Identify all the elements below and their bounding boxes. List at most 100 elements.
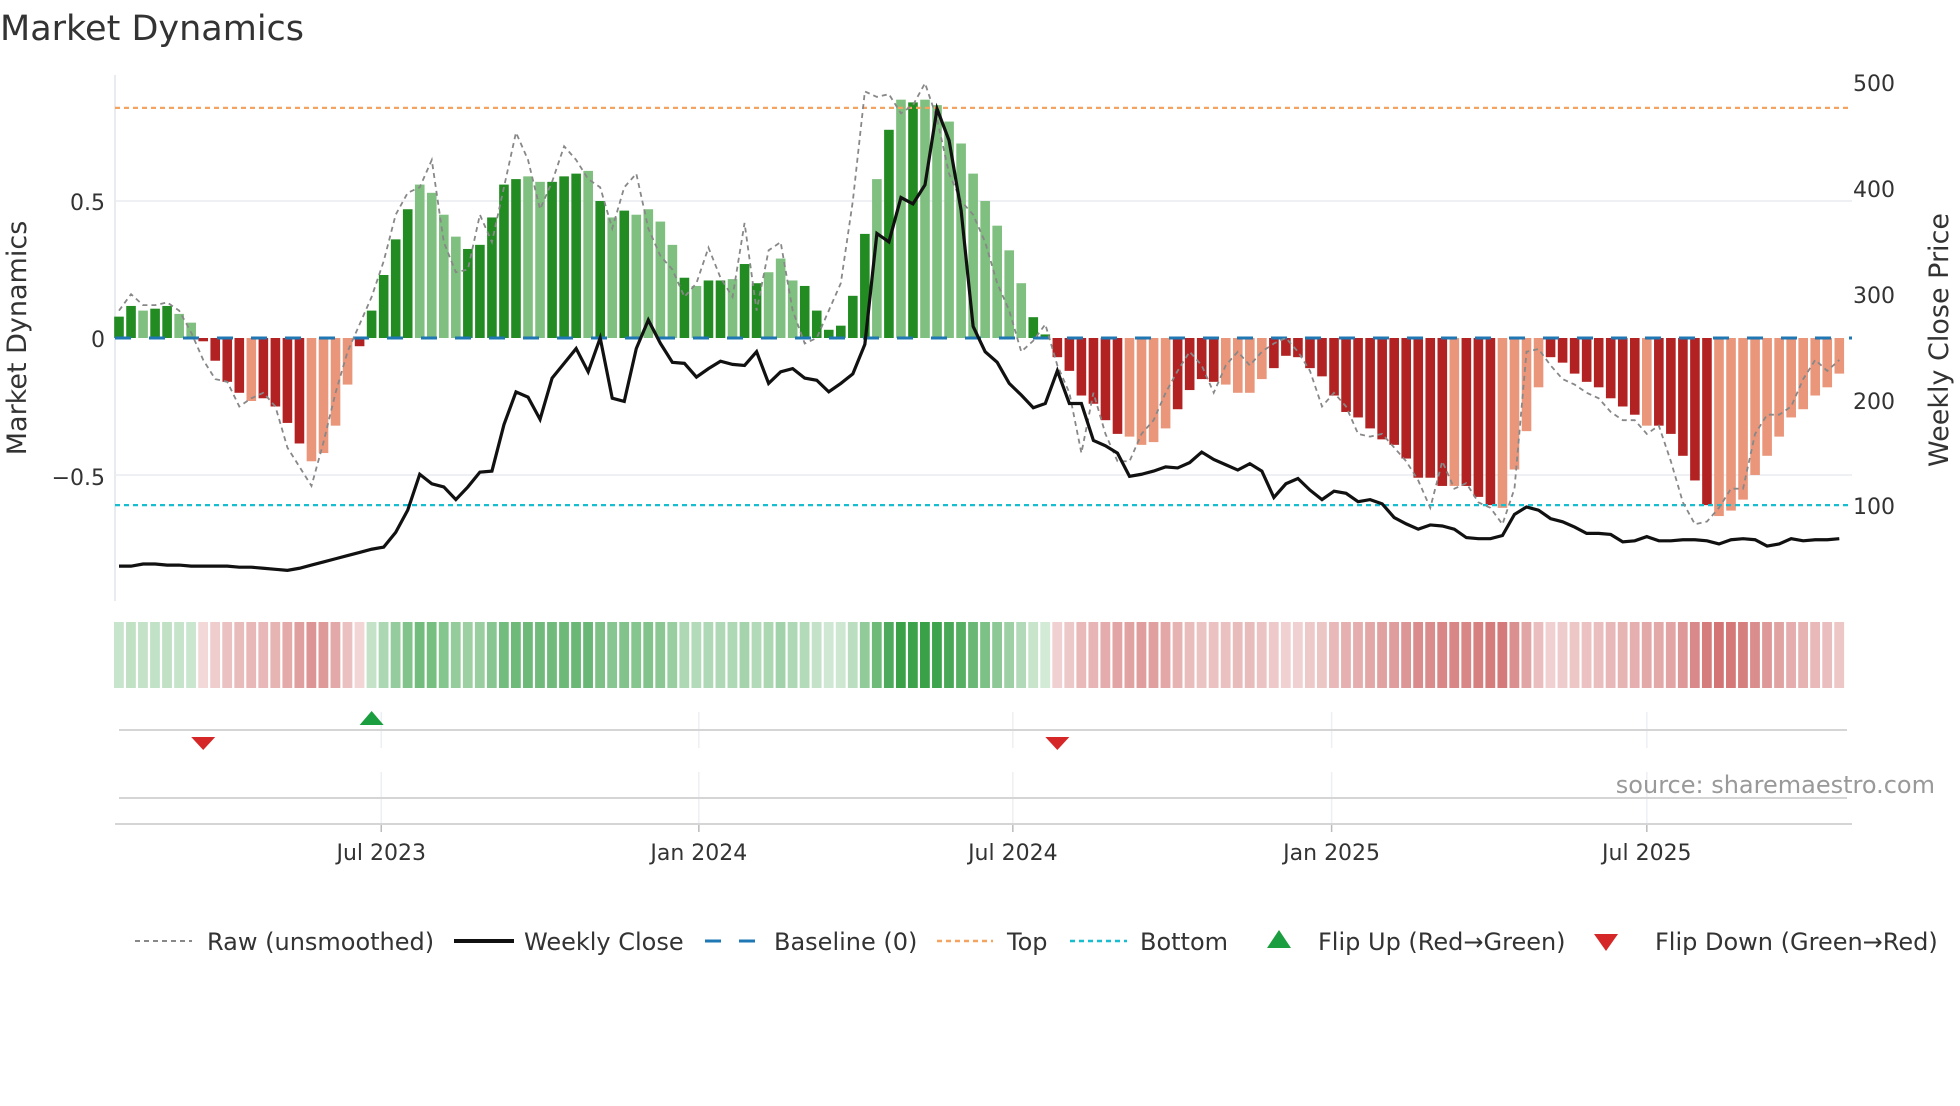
dynamics-bar xyxy=(1738,338,1748,500)
dynamics-bar xyxy=(571,173,581,338)
heat-cell xyxy=(691,622,702,688)
heat-cell xyxy=(1822,622,1833,688)
heat-cell xyxy=(1810,622,1821,688)
heat-cell xyxy=(1413,622,1424,688)
flip-down-marker xyxy=(1045,737,1070,750)
heat-cell xyxy=(799,622,810,688)
heat-cell xyxy=(1160,622,1171,688)
heat-cell xyxy=(1389,622,1399,688)
dynamics-bar xyxy=(1654,338,1664,426)
heat-cell xyxy=(162,622,172,688)
dynamics-bar xyxy=(475,244,485,338)
heat-cell xyxy=(222,622,233,688)
dynamics-bar xyxy=(1136,338,1147,445)
dynamics-bar xyxy=(763,272,774,338)
dynamics-bar xyxy=(390,239,401,338)
heat-cell xyxy=(1196,622,1207,688)
heat-cell xyxy=(474,622,485,688)
heat-cell xyxy=(126,622,136,688)
dynamics-bar xyxy=(920,99,930,338)
heat-cell xyxy=(1774,622,1784,688)
heat-cell xyxy=(438,622,449,688)
dynamics-bar xyxy=(703,280,714,338)
heat-cell xyxy=(1341,622,1351,688)
heat-cell xyxy=(703,622,714,688)
heat-cell xyxy=(1052,622,1063,688)
heat-cell xyxy=(811,622,822,688)
dynamics-bar xyxy=(258,338,269,399)
legend-close-label: Weekly Close xyxy=(524,928,684,956)
legend-top-label: Top xyxy=(1006,928,1048,956)
dynamics-bar xyxy=(1581,338,1592,382)
heat-cell xyxy=(1028,622,1039,688)
dynamics-bar xyxy=(1172,338,1183,410)
dynamics-bar xyxy=(463,248,473,338)
heat-cell xyxy=(1232,622,1243,688)
dynamics-bar xyxy=(631,214,642,338)
heat-cell xyxy=(559,622,569,688)
dynamics-bar xyxy=(1341,338,1351,412)
heat-cell xyxy=(510,622,521,688)
dynamics-bar xyxy=(619,210,630,338)
dynamics-bar xyxy=(294,338,305,444)
dynamics-bar xyxy=(727,279,738,338)
heat-cell xyxy=(535,622,545,688)
heat-cell xyxy=(282,622,293,688)
heat-cell xyxy=(402,622,413,688)
y-tick-label: −0.5 xyxy=(52,466,105,491)
dynamics-bar xyxy=(1774,338,1784,437)
dynamics-bar xyxy=(1798,338,1808,410)
heat-cell xyxy=(907,622,918,688)
y2-tick-label: 500 xyxy=(1853,72,1895,97)
heat-cell xyxy=(1304,622,1315,688)
dynamics-bar xyxy=(1810,338,1821,396)
heat-cell xyxy=(258,622,269,688)
heat-cell xyxy=(1100,622,1111,688)
heat-cell xyxy=(739,622,750,688)
dynamics-bar xyxy=(811,310,822,338)
dynamics-bar xyxy=(162,305,172,338)
heat-cell xyxy=(1016,622,1027,688)
dynamics-bar xyxy=(535,181,545,338)
heat-cell xyxy=(1641,622,1652,688)
dynamics-bar xyxy=(234,338,245,393)
heat-cell xyxy=(1280,622,1291,688)
x-tick-label: Jul 2025 xyxy=(1600,841,1692,866)
legend: Raw (unsmoothed) Weekly Close Baseline (… xyxy=(135,928,1938,956)
heat-cell xyxy=(1148,622,1159,688)
dynamics-bar xyxy=(1317,338,1327,377)
heat-cell xyxy=(1244,622,1255,688)
dynamics-bar xyxy=(222,338,233,382)
series-lines xyxy=(118,80,1840,572)
dynamics-bar xyxy=(1257,338,1267,380)
heat-cell xyxy=(1256,622,1267,688)
heat-cell xyxy=(1689,622,1700,688)
heat-cell xyxy=(968,622,978,688)
y2-tick-label: 200 xyxy=(1853,390,1895,415)
heat-cell xyxy=(378,622,389,688)
dynamics-bar xyxy=(1497,338,1508,508)
heat-cell xyxy=(1786,622,1796,688)
heat-cell xyxy=(1798,622,1808,688)
dynamics-bar xyxy=(1714,338,1724,517)
heat-cell xyxy=(1268,622,1279,688)
heat-cell xyxy=(859,622,870,688)
heat-cell xyxy=(643,622,654,688)
dynamics-bar xyxy=(1593,338,1604,388)
heat-cell xyxy=(1713,622,1724,688)
dynamics-bar xyxy=(1365,338,1375,429)
dynamics-bar xyxy=(1064,338,1075,371)
heat-cell xyxy=(1425,622,1436,688)
heat-cell xyxy=(1040,622,1051,688)
dynamics-bar xyxy=(1642,338,1652,426)
heat-cell xyxy=(1617,622,1628,688)
heat-cell xyxy=(1701,622,1712,688)
y-tick-label: 0.5 xyxy=(70,191,105,216)
dynamics-bar xyxy=(1232,338,1243,393)
heat-cell xyxy=(1569,622,1580,688)
heat-cell xyxy=(498,622,509,688)
dynamics-bar xyxy=(1834,338,1845,374)
heat-cell xyxy=(631,622,642,688)
heat-cell xyxy=(727,622,738,688)
legend-flip-up-label: Flip Up (Red→Green) xyxy=(1318,928,1566,956)
